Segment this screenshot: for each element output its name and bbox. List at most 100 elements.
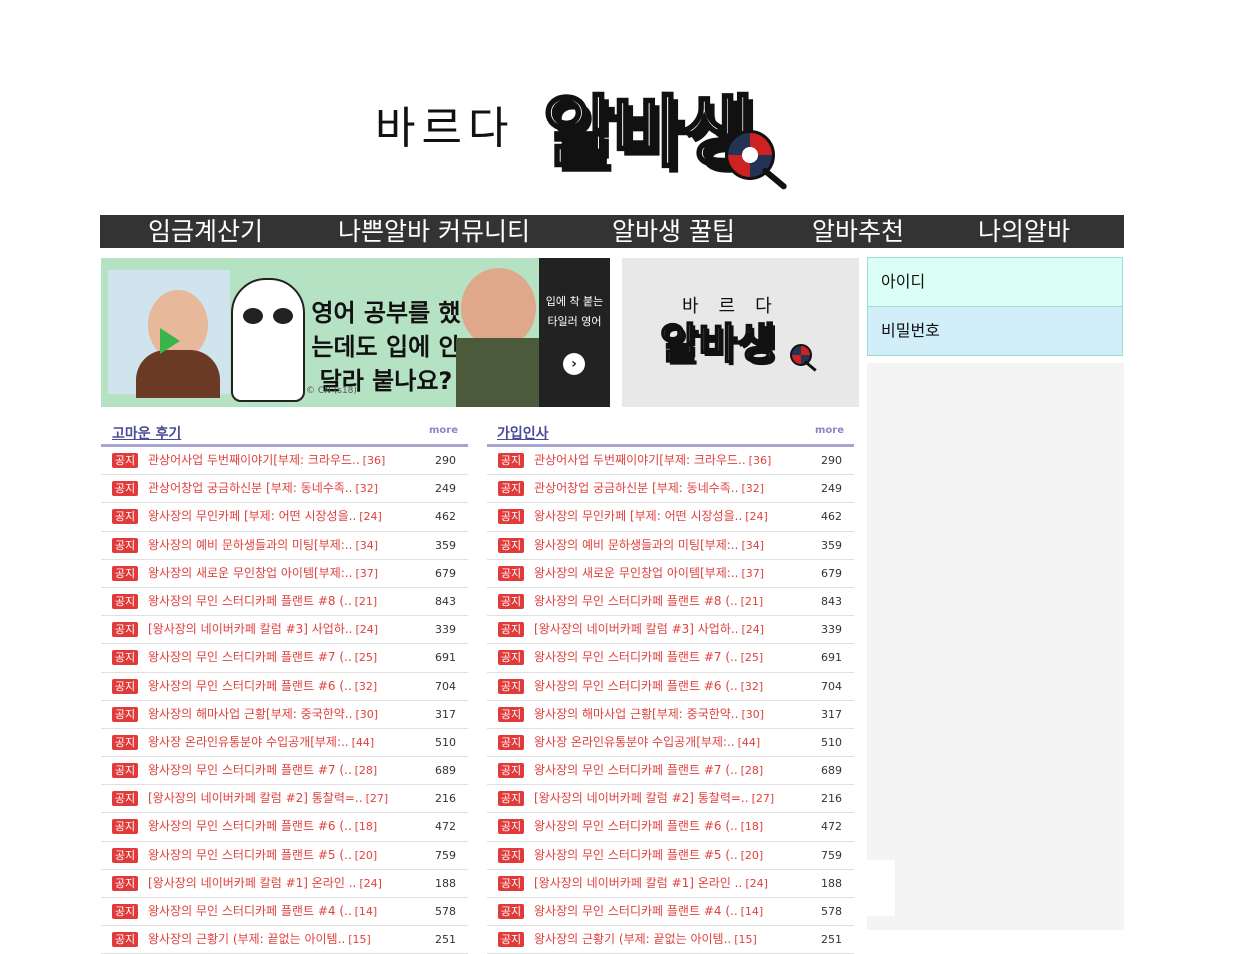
post-row[interactable]: 공지 왕사장의 해마사업 근황[부제: 중국한약.. [30] 317: [487, 701, 854, 729]
post-title[interactable]: 왕사장 온라인유통분야 수입공개[부제:.. [44]: [148, 729, 374, 756]
post-row[interactable]: 공지 왕사장의 무인 스터디카페 플랜트 #8 (.. [21] 843: [101, 588, 468, 617]
post-row[interactable]: 공지 관상어창업 궁금하신분 [부제: 동네수족.. [32] 249: [487, 475, 854, 504]
post-row[interactable]: 공지 관상어사업 두번째이야기[부제: 크라우드.. [36] 290: [101, 447, 468, 476]
post-title[interactable]: 왕사장의 무인 스터디카페 플랜트 #8 (.. [21]: [148, 588, 377, 615]
post-row[interactable]: 공지 왕사장의 무인카페 [부제: 어떤 시장성을.. [24] 462: [487, 503, 854, 532]
more-link[interactable]: more: [815, 425, 844, 436]
post-row[interactable]: 공지 [왕사장의 네이버카페 칼럼 #1] 온라인 .. [24] 188: [487, 870, 854, 898]
post-row[interactable]: 공지 [왕사장의 네이버카페 칼럼 #3] 사업하.. [24] 339: [101, 616, 468, 645]
notice-badge: 공지: [498, 509, 524, 525]
nav-my-job[interactable]: 나의알바: [978, 215, 1070, 248]
banner-logo[interactable]: 바르다 알바생: [622, 258, 859, 407]
post-row[interactable]: 공지 [왕사장의 네이버카페 칼럼 #2] 통찰력=.. [27] 216: [101, 785, 468, 814]
post-title[interactable]: 왕사장의 예비 문하생들과의 미팅[부제:.. [34]: [534, 532, 764, 559]
nav-wage-calculator[interactable]: 임금계산기: [148, 215, 263, 248]
post-title[interactable]: [왕사장의 네이버카페 칼럼 #1] 온라인 .. [24]: [534, 870, 768, 897]
post-row[interactable]: 공지 왕사장의 무인 스터디카페 플랜트 #6 (.. [32] 704: [101, 673, 468, 701]
post-title[interactable]: 왕사장의 무인 스터디카페 플랜트 #7 (.. [25]: [534, 644, 763, 671]
post-title[interactable]: 왕사장의 근황기 (부제: 끝없는 아이템.. [15]: [534, 926, 757, 953]
post-title[interactable]: 왕사장의 새로운 무인창업 아이템[부제:.. [37]: [148, 560, 378, 587]
post-title[interactable]: [왕사장의 네이버카페 칼럼 #3] 사업하.. [24]: [534, 616, 764, 643]
post-title-text: 관상어창업 궁금하신분 [부제: 동네수족..: [534, 481, 739, 496]
username-field[interactable]: 아이디: [867, 257, 1123, 307]
post-title[interactable]: 왕사장의 무인 스터디카페 플랜트 #7 (.. [28]: [148, 757, 377, 784]
post-row[interactable]: 공지 왕사장의 새로운 무인창업 아이템[부제:.. [37] 679: [101, 560, 468, 588]
post-row[interactable]: 공지 관상어창업 궁금하신분 [부제: 동네수족.. [32] 249: [101, 475, 468, 504]
post-row[interactable]: 공지 왕사장의 무인 스터디카페 플랜트 #5 (.. [20] 759: [101, 842, 468, 870]
more-link[interactable]: more: [429, 425, 458, 436]
post-row[interactable]: 공지 왕사장의 무인 스터디카페 플랜트 #7 (.. [25] 691: [101, 644, 468, 673]
post-title[interactable]: 왕사장의 무인 스터디카페 플랜트 #5 (.. [20]: [534, 842, 763, 869]
post-row[interactable]: 공지 왕사장의 무인 스터디카페 플랜트 #8 (.. [21] 843: [487, 588, 854, 617]
banner-ad[interactable]: 영어 공부를 했는데도 입에 안 달라 붙나요? © CN (s18) 입에 착…: [101, 258, 610, 407]
view-count: 249: [821, 482, 842, 496]
post-title[interactable]: 왕사장의 무인카페 [부제: 어떤 시장성을.. [24]: [534, 503, 768, 530]
post-title[interactable]: 왕사장의 무인 스터디카페 플랜트 #6 (.. [18]: [534, 813, 763, 840]
post-title-text: 왕사장의 무인카페 [부제: 어떤 시장성을..: [534, 509, 743, 524]
post-title[interactable]: 왕사장의 새로운 무인창업 아이템[부제:.. [37]: [534, 560, 764, 587]
notice-badge: 공지: [112, 763, 138, 779]
post-title[interactable]: 왕사장의 무인 스터디카페 플랜트 #6 (.. [32]: [148, 673, 377, 700]
post-row[interactable]: 공지 왕사장의 무인 스터디카페 플랜트 #6 (.. [18] 472: [487, 813, 854, 842]
comment-count: [27]: [365, 792, 389, 806]
post-row[interactable]: 공지 왕사장의 새로운 무인창업 아이템[부제:.. [37] 679: [487, 560, 854, 588]
post-row[interactable]: 공지 왕사장의 무인 스터디카페 플랜트 #7 (.. [28] 689: [487, 757, 854, 786]
post-row[interactable]: 공지 왕사장의 해마사업 근황[부제: 중국한약.. [30] 317: [101, 701, 468, 729]
post-title[interactable]: 왕사장의 무인 스터디카페 플랜트 #7 (.. [28]: [534, 757, 763, 784]
post-row[interactable]: 공지 왕사장의 무인 스터디카페 플랜트 #4 (.. [14] 578: [101, 898, 468, 927]
view-count: 691: [435, 651, 456, 665]
board-title[interactable]: 가입인사: [497, 423, 549, 443]
notice-badge: 공지: [112, 847, 138, 863]
post-title[interactable]: 왕사장 온라인유통분야 수입공개[부제:.. [44]: [534, 729, 760, 756]
post-title[interactable]: 왕사장의 무인 스터디카페 플랜트 #6 (.. [18]: [148, 813, 377, 840]
post-row[interactable]: 공지 왕사장의 무인카페 [부제: 어떤 시장성을.. [24] 462: [101, 503, 468, 532]
post-title[interactable]: 왕사장의 무인 스터디카페 플랜트 #4 (.. [14]: [534, 898, 763, 925]
post-title[interactable]: [왕사장의 네이버카페 칼럼 #3] 사업하.. [24]: [148, 616, 378, 643]
arrow-right-icon[interactable]: ›: [563, 353, 585, 375]
notice-badge: 공지: [112, 734, 138, 750]
post-row[interactable]: 공지 왕사장의 무인 스터디카페 플랜트 #5 (.. [20] 759: [487, 842, 854, 870]
post-title[interactable]: 관상어사업 두번째이야기[부제: 크라우드.. [36]: [148, 447, 385, 474]
password-field[interactable]: 비밀번호: [867, 307, 1123, 356]
post-row[interactable]: 공지 왕사장의 무인 스터디카페 플랜트 #6 (.. [32] 704: [487, 673, 854, 701]
nav-recommend[interactable]: 알바추천: [812, 215, 904, 248]
post-title[interactable]: 왕사장의 무인 스터디카페 플랜트 #6 (.. [32]: [534, 673, 763, 700]
post-title[interactable]: 왕사장의 무인 스터디카페 플랜트 #4 (.. [14]: [148, 898, 377, 925]
site-logo[interactable]: 바르다 알바생: [375, 70, 825, 191]
comment-count: [34]: [741, 538, 765, 552]
post-title[interactable]: [왕사장의 네이버카페 칼럼 #1] 온라인 .. [24]: [148, 870, 382, 897]
post-row[interactable]: 공지 [왕사장의 네이버카페 칼럼 #1] 온라인 .. [24] 188: [101, 870, 468, 898]
post-row[interactable]: 공지 왕사장의 무인 스터디카페 플랜트 #7 (.. [28] 689: [101, 757, 468, 786]
post-row[interactable]: 공지 왕사장의 예비 문하생들과의 미팅[부제:.. [34] 359: [487, 532, 854, 560]
post-row[interactable]: 공지 [왕사장의 네이버카페 칼럼 #3] 사업하.. [24] 339: [487, 616, 854, 645]
post-title[interactable]: 왕사장의 예비 문하생들과의 미팅[부제:.. [34]: [148, 532, 378, 559]
post-row[interactable]: 공지 관상어사업 두번째이야기[부제: 크라우드.. [36] 290: [487, 447, 854, 476]
post-row[interactable]: 공지 왕사장 온라인유통분야 수입공개[부제:.. [44] 510: [101, 729, 468, 758]
comment-count: [30]: [355, 707, 379, 721]
board-title[interactable]: 고마운 후기: [112, 423, 181, 443]
post-row[interactable]: 공지 왕사장의 무인 스터디카페 플랜트 #4 (.. [14] 578: [487, 898, 854, 927]
post-title[interactable]: 왕사장의 해마사업 근황[부제: 중국한약.. [30]: [148, 701, 378, 728]
nav-bad-job-community[interactable]: 나쁜알바 커뮤니티: [338, 215, 530, 248]
post-title[interactable]: 관상어사업 두번째이야기[부제: 크라우드.. [36]: [534, 447, 771, 474]
post-row[interactable]: 공지 왕사장의 예비 문하생들과의 미팅[부제:.. [34] 359: [101, 532, 468, 560]
post-title[interactable]: 왕사장의 해마사업 근황[부제: 중국한약.. [30]: [534, 701, 764, 728]
post-title[interactable]: 왕사장의 무인 스터디카페 플랜트 #5 (.. [20]: [148, 842, 377, 869]
view-count: 216: [435, 792, 456, 806]
post-title[interactable]: 왕사장의 무인카페 [부제: 어떤 시장성을.. [24]: [148, 503, 382, 530]
post-title-text: 왕사장의 무인 스터디카페 플랜트 #6 (..: [148, 678, 352, 693]
post-row[interactable]: 공지 왕사장의 무인 스터디카페 플랜트 #7 (.. [25] 691: [487, 644, 854, 673]
view-count: 188: [821, 876, 842, 890]
post-title[interactable]: 왕사장의 무인 스터디카페 플랜트 #7 (.. [25]: [148, 644, 377, 671]
post-row[interactable]: 공지 [왕사장의 네이버카페 칼럼 #2] 통찰력=.. [27] 216: [487, 785, 854, 814]
post-title[interactable]: 관상어창업 궁금하신분 [부제: 동네수족.. [32]: [534, 475, 764, 502]
post-title[interactable]: 왕사장의 무인 스터디카페 플랜트 #8 (.. [21]: [534, 588, 763, 615]
post-title[interactable]: [왕사장의 네이버카페 칼럼 #2] 통찰력=.. [27]: [534, 785, 774, 812]
view-count: 689: [435, 764, 456, 778]
post-row[interactable]: 공지 왕사장 온라인유통분야 수입공개[부제:.. [44] 510: [487, 729, 854, 758]
post-row[interactable]: 공지 왕사장의 무인 스터디카페 플랜트 #6 (.. [18] 472: [101, 813, 468, 842]
nav-tips[interactable]: 알바생 꿀팁: [612, 215, 735, 248]
post-title[interactable]: 왕사장의 근황기 (부제: 끝없는 아이템.. [15]: [148, 926, 371, 953]
post-title[interactable]: [왕사장의 네이버카페 칼럼 #2] 통찰력=.. [27]: [148, 785, 388, 812]
post-title[interactable]: 관상어창업 궁금하신분 [부제: 동네수족.. [32]: [148, 475, 378, 502]
